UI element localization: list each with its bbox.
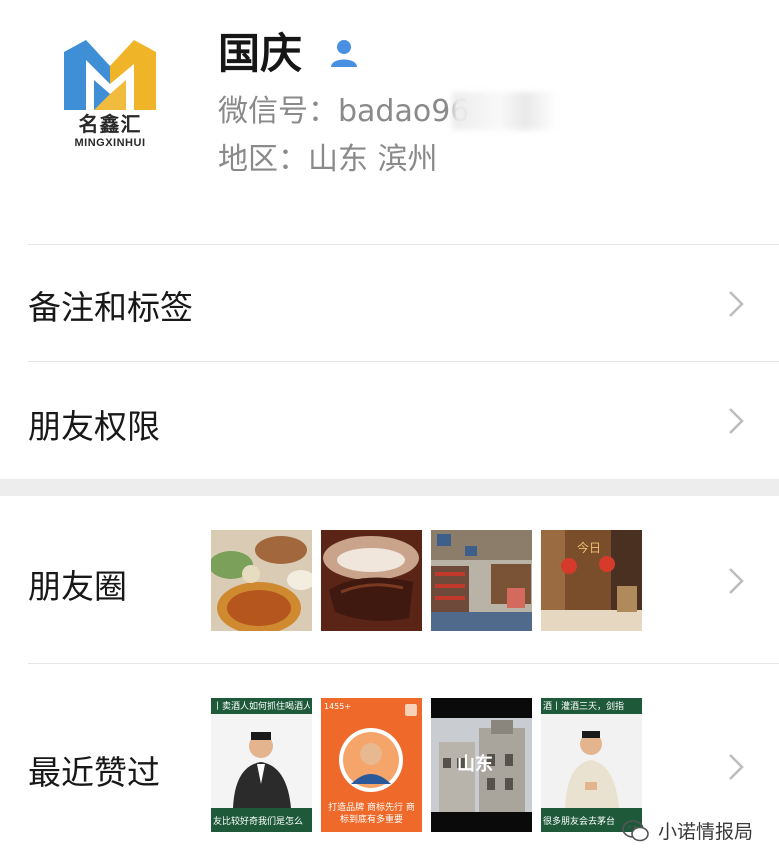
logo-text-en: MINGXINHUI bbox=[74, 137, 146, 149]
privacy-blur bbox=[452, 92, 557, 130]
liked-video-thumbnail[interactable]: 山东 bbox=[431, 698, 532, 832]
friend-permissions-label: 朋友权限 bbox=[28, 407, 160, 446]
chevron-right-icon bbox=[729, 754, 744, 780]
moments-label: 朋友圈 bbox=[28, 567, 127, 606]
wechat-id: 微信号：badao96 bbox=[218, 94, 470, 129]
video-caption-bottom: 打造品牌 商标先行 商标到底有多重要 bbox=[328, 803, 415, 825]
liked-video-thumbnail[interactable]: 丨卖酒人如何抓住喝酒人 友比较好奇我们是怎么 bbox=[211, 698, 312, 832]
recent-likes-thumbnails: 丨卖酒人如何抓住喝酒人 友比较好奇我们是怎么 1455+ 打造品牌 商标先行 商… bbox=[211, 698, 642, 832]
contact-name: 国庆 bbox=[218, 29, 303, 78]
person-icon bbox=[331, 40, 357, 67]
logo-text-cn: 名鑫汇 bbox=[78, 112, 142, 136]
video-caption-top: 1455+ bbox=[324, 702, 352, 711]
liked-video-thumbnail[interactable]: 酒丨灌酒三天，剑指 很多朋友会去茅台 bbox=[541, 698, 642, 832]
watermark-text: 小诺情报局 bbox=[657, 821, 753, 843]
video-caption-top: 丨卖酒人如何抓住喝酒人 bbox=[213, 702, 310, 712]
video-caption-top: 酒丨灌酒三天，剑指 bbox=[543, 702, 625, 712]
region: 地区：山东 滨州 bbox=[218, 142, 438, 177]
row-notes-tags[interactable]: 备注和标签 bbox=[0, 245, 779, 361]
chevron-right-icon bbox=[729, 291, 744, 317]
liked-video-thumbnail[interactable]: 1455+ 打造品牌 商标先行 商标到底有多重要 bbox=[321, 698, 422, 832]
wechat-official-account-icon bbox=[622, 819, 649, 841]
moment-thumbnail[interactable] bbox=[321, 530, 422, 631]
avatar[interactable]: 名鑫汇 MINGXINHUI bbox=[45, 40, 175, 170]
mingxinhui-logo-icon bbox=[64, 40, 156, 110]
section-gap bbox=[0, 479, 779, 496]
moments-thumbnails: 今日 bbox=[211, 530, 642, 631]
profile-header: 名鑫汇 MINGXINHUI 国庆 微信号：badao96 地区：山东 滨州 bbox=[0, 0, 779, 245]
chevron-right-icon bbox=[729, 408, 744, 434]
video-caption-bottom: 友比较好奇我们是怎么 bbox=[213, 817, 304, 827]
moment-thumbnail[interactable] bbox=[431, 530, 532, 631]
svg-text:今日: 今日 bbox=[577, 540, 601, 555]
notes-tags-label: 备注和标签 bbox=[28, 288, 193, 327]
moment-thumbnail[interactable] bbox=[211, 530, 312, 631]
row-friend-permissions[interactable]: 朋友权限 bbox=[0, 362, 779, 479]
watermark: 小诺情报局 bbox=[622, 817, 753, 844]
moment-thumbnail[interactable]: 今日 bbox=[541, 530, 642, 631]
video-caption-overlay: 山东 bbox=[457, 754, 493, 775]
chevron-right-icon bbox=[729, 568, 744, 594]
row-moments[interactable]: 朋友圈 今日 bbox=[0, 496, 779, 663]
recent-likes-label: 最近赞过 bbox=[28, 753, 160, 792]
